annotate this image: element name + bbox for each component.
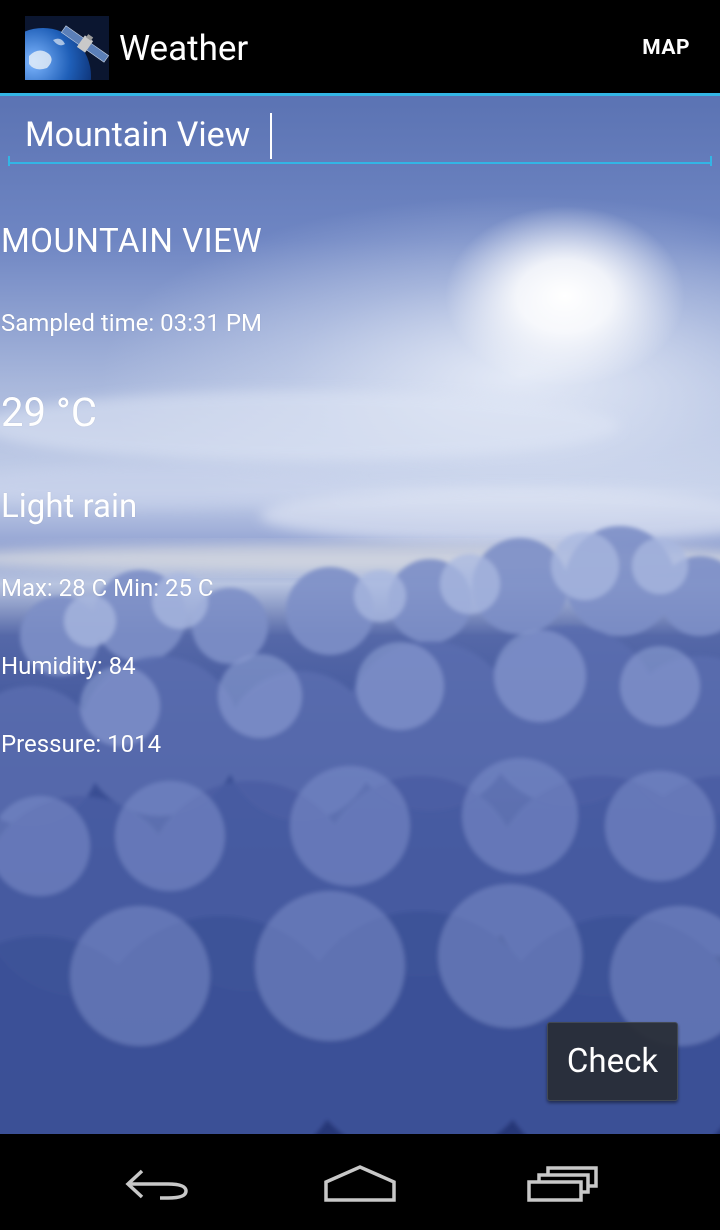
- recent-apps-icon[interactable]: [522, 1162, 602, 1204]
- temperature: 29 °C: [1, 389, 97, 436]
- weather-description: Light rain: [1, 487, 138, 526]
- back-icon[interactable]: [120, 1162, 200, 1204]
- navigation-bar: [0, 1134, 720, 1230]
- input-underline-right-edge: [710, 156, 712, 166]
- check-button[interactable]: Check: [547, 1022, 678, 1101]
- city-name: MOUNTAIN VIEW: [1, 222, 263, 261]
- sampled-time: Sampled time: 03:31 PM: [1, 309, 262, 337]
- max-min-temperature: Max: 28 C Min: 25 C: [1, 574, 214, 602]
- app-title: Weather: [119, 28, 249, 69]
- city-search-input[interactable]: [8, 108, 712, 164]
- weather-screen: Weather MAP Mountain View MOUNTAIN VIEW …: [0, 0, 720, 1230]
- input-underline-left-edge: [8, 156, 10, 166]
- humidity: Humidity: 84: [1, 652, 136, 680]
- pressure: Pressure: 1014: [1, 730, 162, 758]
- map-button[interactable]: MAP: [642, 36, 690, 60]
- home-icon[interactable]: [320, 1162, 400, 1204]
- action-bar: Weather MAP: [0, 0, 720, 93]
- app-icon: [25, 16, 109, 80]
- text-cursor: [270, 113, 272, 159]
